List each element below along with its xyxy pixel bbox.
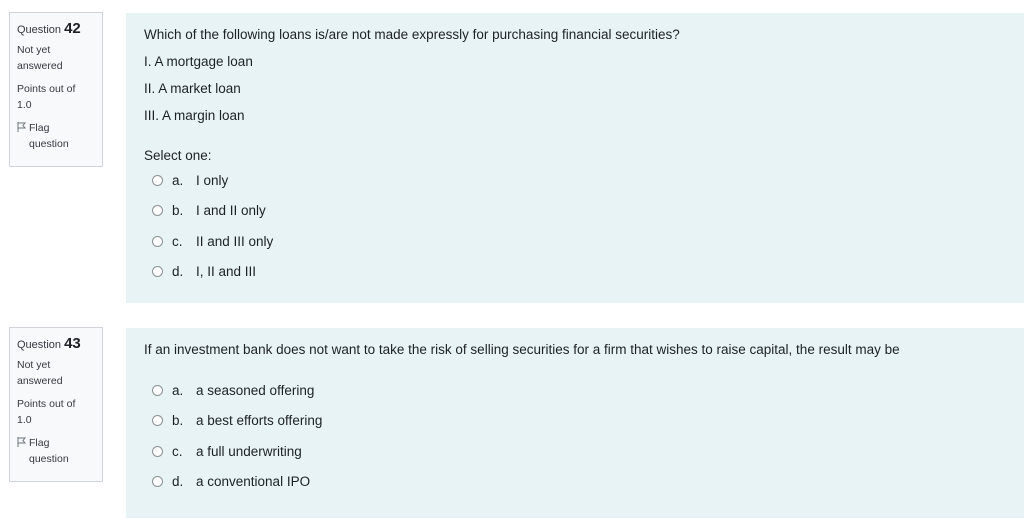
radio-button[interactable]: [152, 266, 163, 277]
flag-icon: [17, 122, 26, 132]
question-number-label: Question 42: [17, 21, 102, 38]
option-letter: c.: [172, 444, 183, 459]
status-line-2: answered: [17, 60, 63, 72]
question-number: 43: [64, 335, 81, 352]
option-text: I and II only: [196, 203, 266, 218]
question-label: Question: [17, 339, 62, 351]
points-line-2: 1.0: [17, 414, 32, 426]
radio-button[interactable]: [152, 175, 163, 186]
flag-label-2: question: [29, 138, 69, 150]
radio-button[interactable]: [152, 476, 163, 487]
points-line-1: Points out of: [17, 398, 76, 410]
question-content: Which of the following loans is/are not …: [126, 13, 1024, 303]
question-content: If an investment bank does not want to t…: [126, 328, 1024, 518]
option-letter: a.: [172, 383, 184, 398]
points-line-2: 1.0: [17, 99, 32, 111]
option-text: I only: [196, 173, 229, 188]
flag-icon: [17, 437, 26, 447]
answer-option-d[interactable]: d. I, II and III: [152, 264, 256, 279]
flag-label-1: Flag: [29, 122, 50, 134]
answer-option-b[interactable]: b. I and II only: [152, 203, 266, 218]
question-info-panel: Question 43 Not yet answered Points out …: [9, 327, 103, 482]
answer-option-c[interactable]: c. II and III only: [152, 234, 273, 249]
question-number: 42: [64, 20, 81, 37]
answer-option-c[interactable]: c. a full underwriting: [152, 444, 302, 459]
answer-option-d[interactable]: d. a conventional IPO: [152, 474, 310, 489]
option-letter: d.: [172, 474, 184, 489]
radio-button[interactable]: [152, 236, 163, 247]
answer-option-a[interactable]: a. a seasoned offering: [152, 383, 314, 398]
answer-option-b[interactable]: b. a best efforts offering: [152, 413, 322, 428]
radio-button[interactable]: [152, 205, 163, 216]
statement-1: I. A mortgage loan: [144, 54, 253, 69]
option-text: a seasoned offering: [196, 383, 315, 398]
question-info-panel: Question 42 Not yet answered Points out …: [9, 12, 103, 167]
option-letter: b.: [172, 413, 184, 428]
radio-button[interactable]: [152, 385, 163, 396]
question-text: Which of the following loans is/are not …: [144, 27, 680, 42]
option-letter: b.: [172, 203, 184, 218]
flag-label-1: Flag: [29, 437, 50, 449]
option-text: a conventional IPO: [196, 474, 311, 489]
answer-option-a[interactable]: a. I only: [152, 173, 228, 188]
statement-2: II. A market loan: [144, 81, 241, 96]
radio-button[interactable]: [152, 415, 163, 426]
statement-3: III. A margin loan: [144, 108, 245, 123]
question-label: Question: [17, 24, 62, 36]
status-line-2: answered: [17, 375, 63, 387]
radio-button[interactable]: [152, 446, 163, 457]
question-text: If an investment bank does not want to t…: [144, 342, 900, 357]
question-number-label: Question 43: [17, 336, 102, 353]
option-text: II and III only: [196, 234, 274, 249]
status-line-1: Not yet: [17, 359, 51, 371]
option-text: I, II and III: [196, 264, 257, 279]
select-one-prompt: Select one:: [144, 148, 212, 163]
option-letter: c.: [172, 234, 183, 249]
option-letter: a.: [172, 173, 184, 188]
status-line-1: Not yet: [17, 44, 51, 56]
flag-label-2: question: [29, 453, 69, 465]
flag-question-button[interactable]: Flag question: [17, 435, 102, 467]
points-line-1: Points out of: [17, 83, 76, 95]
option-text: a best efforts offering: [196, 413, 323, 428]
option-letter: d.: [172, 264, 184, 279]
option-text: a full underwriting: [196, 444, 302, 459]
flag-question-button[interactable]: Flag question: [17, 120, 102, 152]
